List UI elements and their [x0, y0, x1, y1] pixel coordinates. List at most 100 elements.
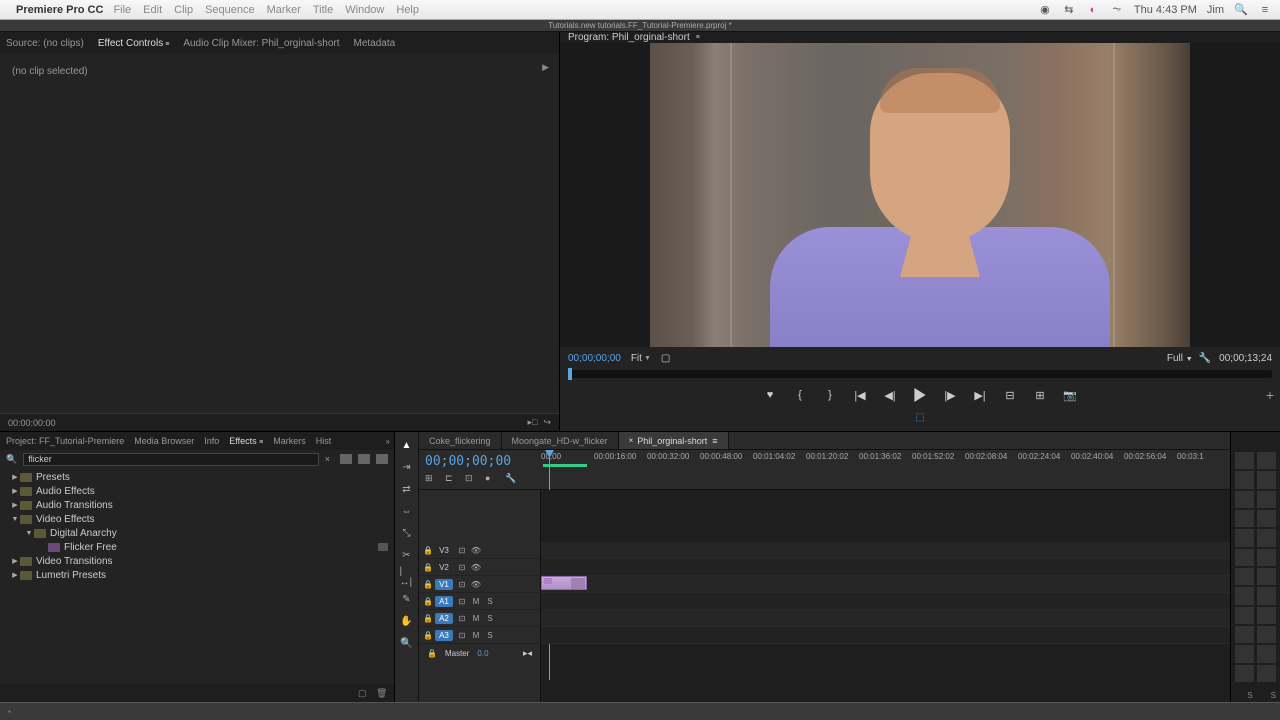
source-footer-icon-2[interactable]: ↪: [543, 417, 551, 428]
tab-history[interactable]: Hist: [316, 436, 332, 446]
tree-audio-transitions[interactable]: ▶Audio Transitions: [6, 498, 388, 512]
go-to-out-icon[interactable]: ▶|: [972, 388, 988, 402]
filter-icon-1[interactable]: [340, 454, 352, 464]
video-clip[interactable]: [541, 576, 587, 590]
export-frame-icon[interactable]: 📷: [1062, 388, 1078, 402]
lift-icon[interactable]: ⊟: [1002, 388, 1018, 402]
tree-digital-anarchy[interactable]: ▼Digital Anarchy: [6, 526, 388, 540]
tl-settings-icon[interactable]: 🔧: [505, 473, 517, 485]
add-button-icon[interactable]: +: [1266, 387, 1274, 403]
menubar-icon-2[interactable]: ⇆: [1062, 3, 1076, 17]
step-forward-icon[interactable]: |▶: [942, 388, 958, 402]
tab-project[interactable]: Project: FF_Tutorial-Premiere: [6, 436, 124, 446]
settings-wrench-icon[interactable]: 🔧: [1199, 353, 1211, 364]
zoom-tool-icon[interactable]: 🔍: [400, 636, 414, 650]
tree-presets[interactable]: ▶Presets: [6, 470, 388, 484]
razor-tool-icon[interactable]: ✂: [400, 548, 414, 562]
timeline-tracks[interactable]: [541, 490, 1230, 702]
program-menu-icon[interactable]: ≡: [696, 34, 700, 41]
mark-in-icon[interactable]: ♥: [762, 388, 778, 402]
menubar-icon-1[interactable]: ◉: [1038, 3, 1052, 17]
tree-audio-effects[interactable]: ▶Audio Effects: [6, 484, 388, 498]
menubar-clock[interactable]: Thu 4:43 PM: [1134, 4, 1197, 16]
hand-tool-icon[interactable]: ✋: [400, 614, 414, 628]
ripple-tool-icon[interactable]: ⇄: [400, 482, 414, 496]
track-header-v1[interactable]: 🔒V1⊡👁: [419, 576, 540, 593]
tab-markers[interactable]: Markers: [273, 436, 306, 446]
clear-search-icon[interactable]: ×: [325, 454, 330, 464]
menubar-user[interactable]: Jim: [1207, 4, 1224, 16]
tl-nest-icon[interactable]: ⊞: [425, 473, 437, 485]
sequence-tab-3[interactable]: ×Phil_orginal-short ≡: [619, 432, 729, 449]
sequence-tab-2[interactable]: Moongate_HD-w_flicker: [502, 432, 619, 449]
program-video-frame[interactable]: [560, 43, 1280, 347]
track-header-v2[interactable]: 🔒V2⊡👁: [419, 559, 540, 576]
menu-title[interactable]: Title: [313, 4, 333, 16]
menu-marker[interactable]: Marker: [267, 4, 301, 16]
tree-lumetri[interactable]: ▶Lumetri Presets: [6, 568, 388, 582]
safe-margins-icon[interactable]: ▢: [661, 353, 670, 364]
track-header-v3[interactable]: 🔒V3⊡👁: [419, 542, 540, 559]
trash-icon[interactable]: 🗑: [376, 688, 386, 698]
in-point-icon[interactable]: {: [792, 388, 808, 402]
slip-tool-icon[interactable]: |↔|: [400, 570, 414, 584]
source-footer-icon-1[interactable]: ▸□: [527, 417, 537, 428]
menubar-list-icon[interactable]: ≡: [1258, 3, 1272, 17]
filter-icon-3[interactable]: [376, 454, 388, 464]
track-header-a1[interactable]: 🔒A1⊡MS: [419, 593, 540, 610]
program-scrubber[interactable]: [568, 370, 1272, 378]
selection-tool-icon[interactable]: ▲: [400, 438, 414, 452]
comparison-icon[interactable]: ⬚: [915, 412, 924, 423]
out-point-icon[interactable]: }: [822, 388, 838, 402]
tl-snap-icon[interactable]: ⊏: [445, 473, 457, 485]
filter-icon-2[interactable]: [358, 454, 370, 464]
resolution-dropdown[interactable]: Full ▼: [1167, 353, 1193, 364]
menubar-icon-3[interactable]: ◐: [1086, 3, 1100, 17]
tl-link-icon[interactable]: ⊡: [465, 473, 477, 485]
rolling-tool-icon[interactable]: ⇔: [400, 504, 414, 518]
menu-sequence[interactable]: Sequence: [205, 4, 255, 16]
track-header-master[interactable]: 🔒Master0.0▸◂: [419, 644, 540, 662]
menubar-wifi-icon[interactable]: ⏦: [1110, 3, 1124, 17]
status-icon[interactable]: ◔: [6, 707, 16, 717]
menu-window[interactable]: Window: [345, 4, 384, 16]
solo-label-1[interactable]: S: [1247, 691, 1252, 700]
menubar-search-icon[interactable]: 🔍: [1234, 3, 1248, 17]
pen-tool-icon[interactable]: ✎: [400, 592, 414, 606]
tab-media-browser[interactable]: Media Browser: [134, 436, 194, 446]
program-playhead[interactable]: [568, 368, 572, 380]
menu-clip[interactable]: Clip: [174, 4, 193, 16]
menu-edit[interactable]: Edit: [143, 4, 162, 16]
solo-label-2[interactable]: S: [1271, 691, 1276, 700]
tab-effect-controls[interactable]: Effect Controls≡: [98, 38, 170, 49]
program-timecode-left[interactable]: 00;00;00;00: [568, 353, 621, 364]
timeline-ruler[interactable]: 00;00 00:00:16:00 00:00:32:00 00:00:48:0…: [541, 450, 1230, 480]
go-to-in-icon[interactable]: |◀: [852, 388, 868, 402]
track-header-a2[interactable]: 🔒A2⊡MS: [419, 610, 540, 627]
rate-stretch-tool-icon[interactable]: ⤡: [400, 526, 414, 540]
tabs-overflow-icon[interactable]: »: [386, 437, 390, 446]
effects-search-input[interactable]: [23, 453, 319, 466]
tree-flicker-free[interactable]: Flicker Free: [6, 540, 388, 554]
track-select-tool-icon[interactable]: ⇥: [400, 460, 414, 474]
menu-file[interactable]: File: [113, 4, 131, 16]
tab-effects[interactable]: Effects ≡: [229, 436, 263, 446]
tree-video-transitions[interactable]: ▶Video Transitions: [6, 554, 388, 568]
sequence-tab-1[interactable]: Coke_flickering: [419, 432, 502, 449]
tab-source[interactable]: Source: (no clips): [6, 38, 84, 49]
step-back-icon[interactable]: ◀|: [882, 388, 898, 402]
tree-video-effects[interactable]: ▼Video Effects: [6, 512, 388, 526]
tab-audio-mixer[interactable]: Audio Clip Mixer: Phil_orginal-short: [183, 38, 339, 49]
play-button[interactable]: [912, 388, 928, 402]
menu-help[interactable]: Help: [396, 4, 419, 16]
tl-marker-icon[interactable]: ●: [485, 473, 497, 485]
timeline-timecode[interactable]: 00;00;00;00: [425, 454, 535, 469]
zoom-fit-dropdown[interactable]: Fit▼: [631, 353, 651, 364]
tab-metadata[interactable]: Metadata: [354, 38, 396, 49]
panel-chevron-icon[interactable]: ▶: [542, 62, 549, 73]
new-bin-icon[interactable]: ▢: [358, 688, 368, 698]
app-name[interactable]: Premiere Pro CC: [16, 4, 103, 16]
track-header-a3[interactable]: 🔒A3⊡MS: [419, 627, 540, 644]
tab-info[interactable]: Info: [204, 436, 219, 446]
extract-icon[interactable]: ⊞: [1032, 388, 1048, 402]
